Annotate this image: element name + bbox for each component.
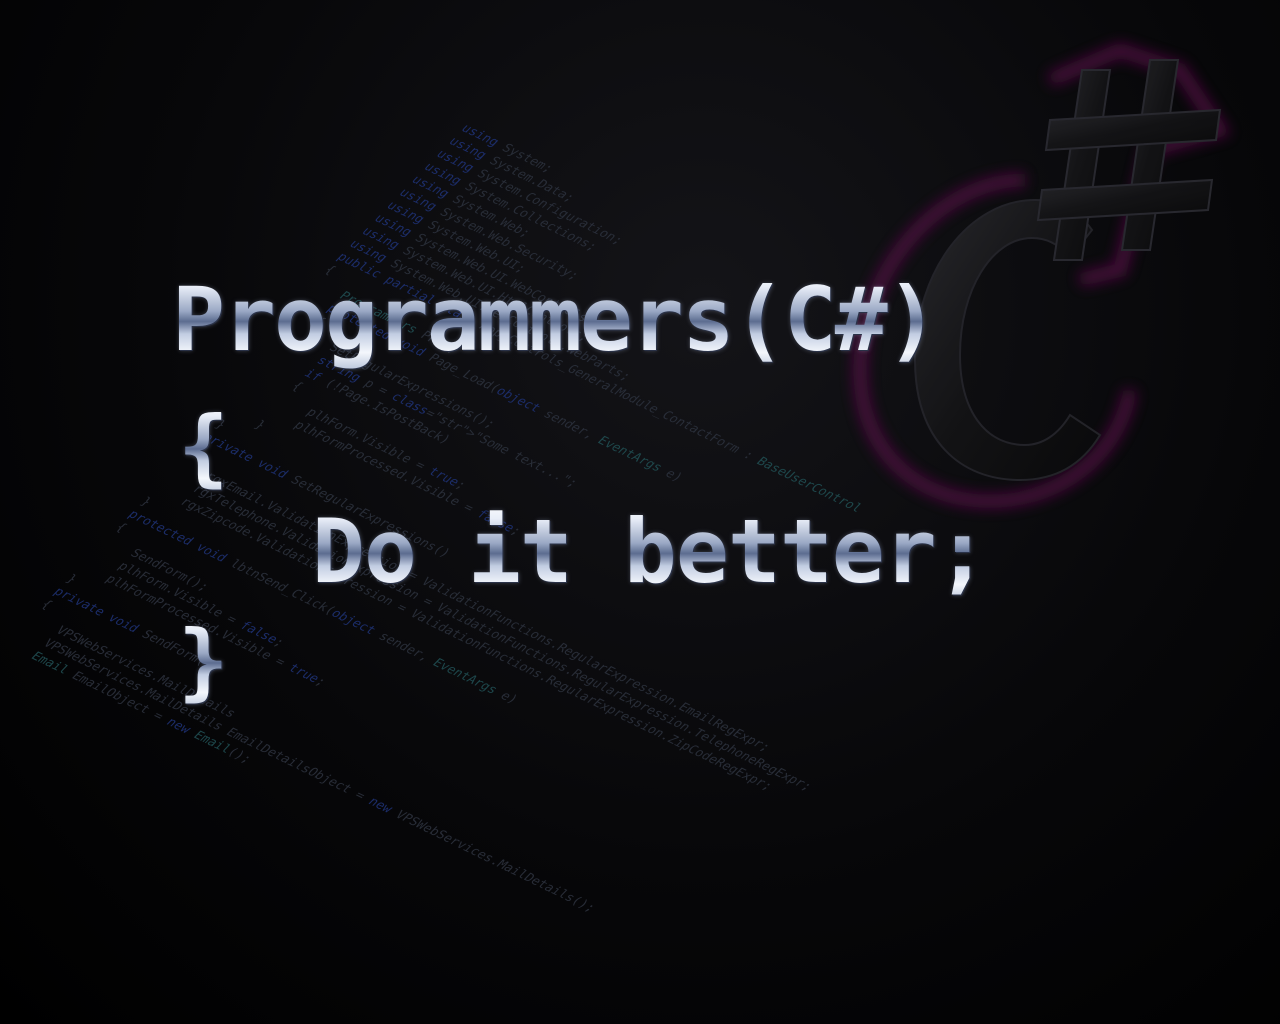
close-brace: } [178,612,229,710]
open-brace: { [178,398,229,496]
wallpaper: using System; using System.Data; using Sys… [0,0,1280,1024]
statement: Do it better; [312,500,989,603]
headline: Programmers(C#) [172,268,939,371]
